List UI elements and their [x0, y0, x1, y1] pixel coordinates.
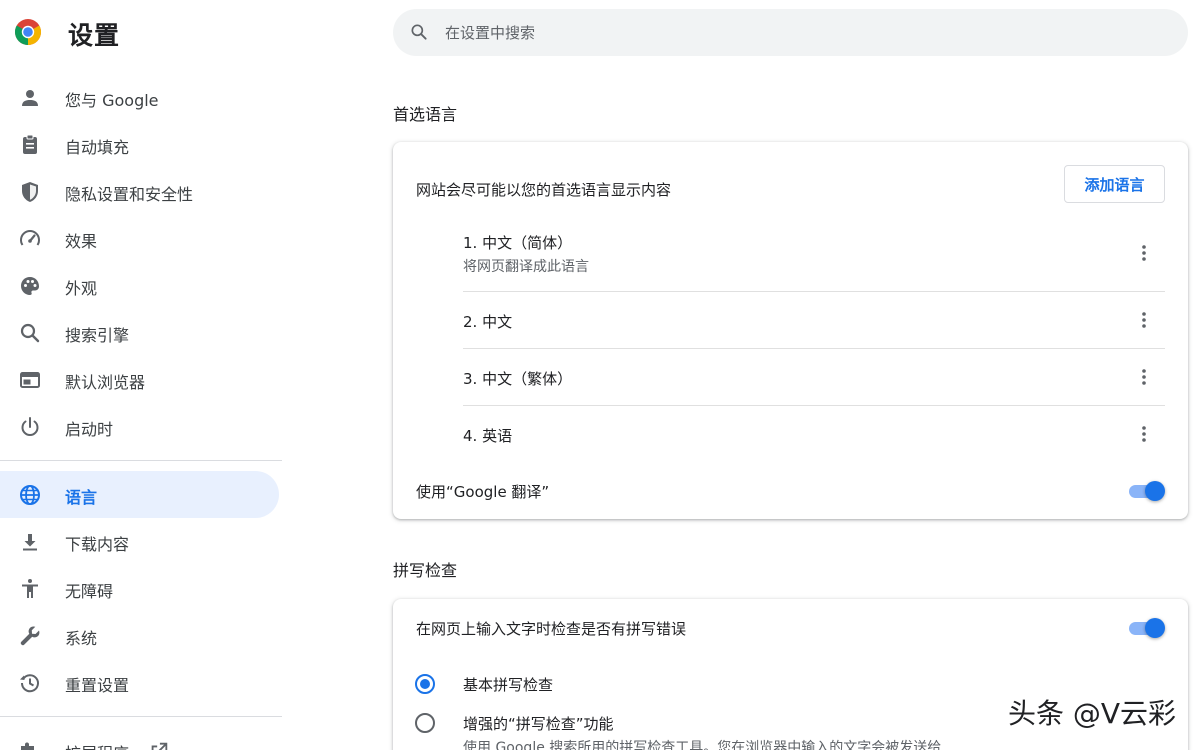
sidebar-item-default-browser[interactable]: 默认浏览器	[0, 356, 284, 403]
sidebar-item-on-startup[interactable]: 启动时	[0, 403, 284, 450]
languages-description: 网站会尽可能以您的首选语言显示内容	[416, 181, 672, 199]
sidebar-item-label: 隐私设置和安全性	[65, 185, 194, 204]
spellcheck-toggle[interactable]	[1129, 618, 1165, 638]
toggle-knob	[1145, 618, 1165, 638]
more-vert-icon[interactable]	[1134, 310, 1154, 330]
puzzle-icon	[21, 742, 34, 750]
open-in-new-icon	[151, 742, 168, 750]
section-title-languages: 首选语言	[393, 105, 458, 124]
sidebar-item-privacy[interactable]: 隐私设置和安全性	[0, 168, 284, 215]
speedometer-icon	[20, 230, 40, 246]
search-icon	[411, 24, 427, 40]
sidebar-item-label: 启动时	[65, 420, 114, 439]
radio-basic-spellcheck[interactable]	[415, 674, 435, 694]
add-language-button[interactable]: 添加语言	[1064, 165, 1165, 203]
wrench-icon	[20, 626, 40, 646]
translate-toggle[interactable]	[1129, 481, 1165, 501]
language-item-label: 4. 英语	[463, 427, 513, 445]
sidebar-item-languages[interactable]: 语言	[0, 471, 279, 518]
watermark: 头条 @V云彩	[1007, 697, 1176, 730]
section-title-spellcheck: 拼写检查	[393, 561, 458, 580]
sidebar-item-search-engine[interactable]: 搜索引擎	[0, 309, 284, 356]
sidebar: 您与 Google 自动填充 隐私设置和安全性 效果 外观 搜索引擎 默认浏览器…	[0, 74, 284, 750]
sidebar-item-label: 语言	[65, 488, 98, 507]
sidebar-item-label: 下载内容	[65, 535, 130, 554]
page-title: 设置	[68, 21, 121, 50]
sidebar-item-extensions[interactable]: 扩展程序	[0, 727, 284, 750]
sidebar-item-label: 搜索引擎	[65, 326, 130, 345]
search-box[interactable]	[393, 9, 1188, 56]
sidebar-item-autofill[interactable]: 自动填充	[0, 121, 284, 168]
radio-description: 使用 Google 搜索所用的拼写检查工具。您在浏览器中输入的文字会被发送给	[463, 740, 942, 750]
sidebar-item-label: 系统	[65, 629, 98, 648]
sidebar-item-reset[interactable]: 重置设置	[0, 659, 284, 706]
radio-enhanced-spellcheck[interactable]	[415, 713, 435, 733]
sidebar-item-performance[interactable]: 效果	[0, 215, 284, 262]
sidebar-item-label: 效果	[65, 232, 98, 251]
palette-icon	[21, 277, 39, 295]
chrome-logo-icon	[14, 19, 42, 45]
sidebar-item-label: 外观	[65, 279, 98, 298]
shield-icon	[22, 182, 38, 202]
sidebar-divider	[0, 716, 282, 717]
sidebar-item-accessibility[interactable]: 无障碍	[0, 565, 284, 612]
sidebar-item-system[interactable]: 系统	[0, 612, 284, 659]
sidebar-item-label: 自动填充	[65, 138, 130, 157]
globe-icon	[20, 485, 40, 505]
clipboard-icon	[23, 134, 37, 154]
list-divider	[463, 405, 1165, 406]
more-vert-icon[interactable]	[1134, 424, 1154, 444]
sidebar-item-label: 重置设置	[65, 676, 130, 695]
language-item-subtext: 将网页翻译成此语言	[463, 259, 589, 275]
radio-label: 增强的“拼写检查”功能	[463, 715, 614, 733]
history-icon	[20, 674, 39, 693]
sidebar-item-appearance[interactable]: 外观	[0, 262, 284, 309]
sidebar-item-label: 无障碍	[65, 582, 114, 601]
download-icon	[23, 534, 37, 551]
accessibility-icon	[22, 579, 38, 598]
radio-label: 基本拼写检查	[463, 676, 554, 694]
languages-card: 网站会尽可能以您的首选语言显示内容 添加语言 1. 中文（简体） 将网页翻译成此…	[393, 142, 1188, 519]
language-item-label: 2. 中文	[463, 313, 513, 331]
sidebar-item-label: 扩展程序	[65, 740, 129, 750]
spellcheck-label: 在网页上输入文字时检查是否有拼写错误	[416, 620, 687, 638]
translate-label: 使用“Google 翻译”	[416, 483, 550, 501]
more-vert-icon[interactable]	[1134, 367, 1154, 387]
search-icon	[20, 323, 40, 343]
search-input[interactable]	[445, 9, 1145, 56]
sidebar-item-label: 默认浏览器	[65, 373, 146, 392]
language-item-label: 3. 中文（繁体）	[463, 370, 573, 388]
sidebar-item-label: 您与 Google	[65, 91, 159, 110]
sidebar-item-downloads[interactable]: 下载内容	[0, 518, 284, 565]
app-header: 设置	[0, 0, 1200, 64]
list-divider	[463, 291, 1165, 292]
more-vert-icon[interactable]	[1134, 243, 1154, 263]
toggle-knob	[1145, 481, 1165, 501]
power-icon	[21, 417, 39, 436]
browser-icon	[20, 372, 40, 388]
sidebar-divider	[0, 460, 282, 461]
sidebar-item-you-and-google[interactable]: 您与 Google	[0, 74, 284, 121]
person-icon	[22, 90, 38, 106]
list-divider	[463, 348, 1165, 349]
language-item-label: 1. 中文（简体）	[463, 234, 573, 252]
